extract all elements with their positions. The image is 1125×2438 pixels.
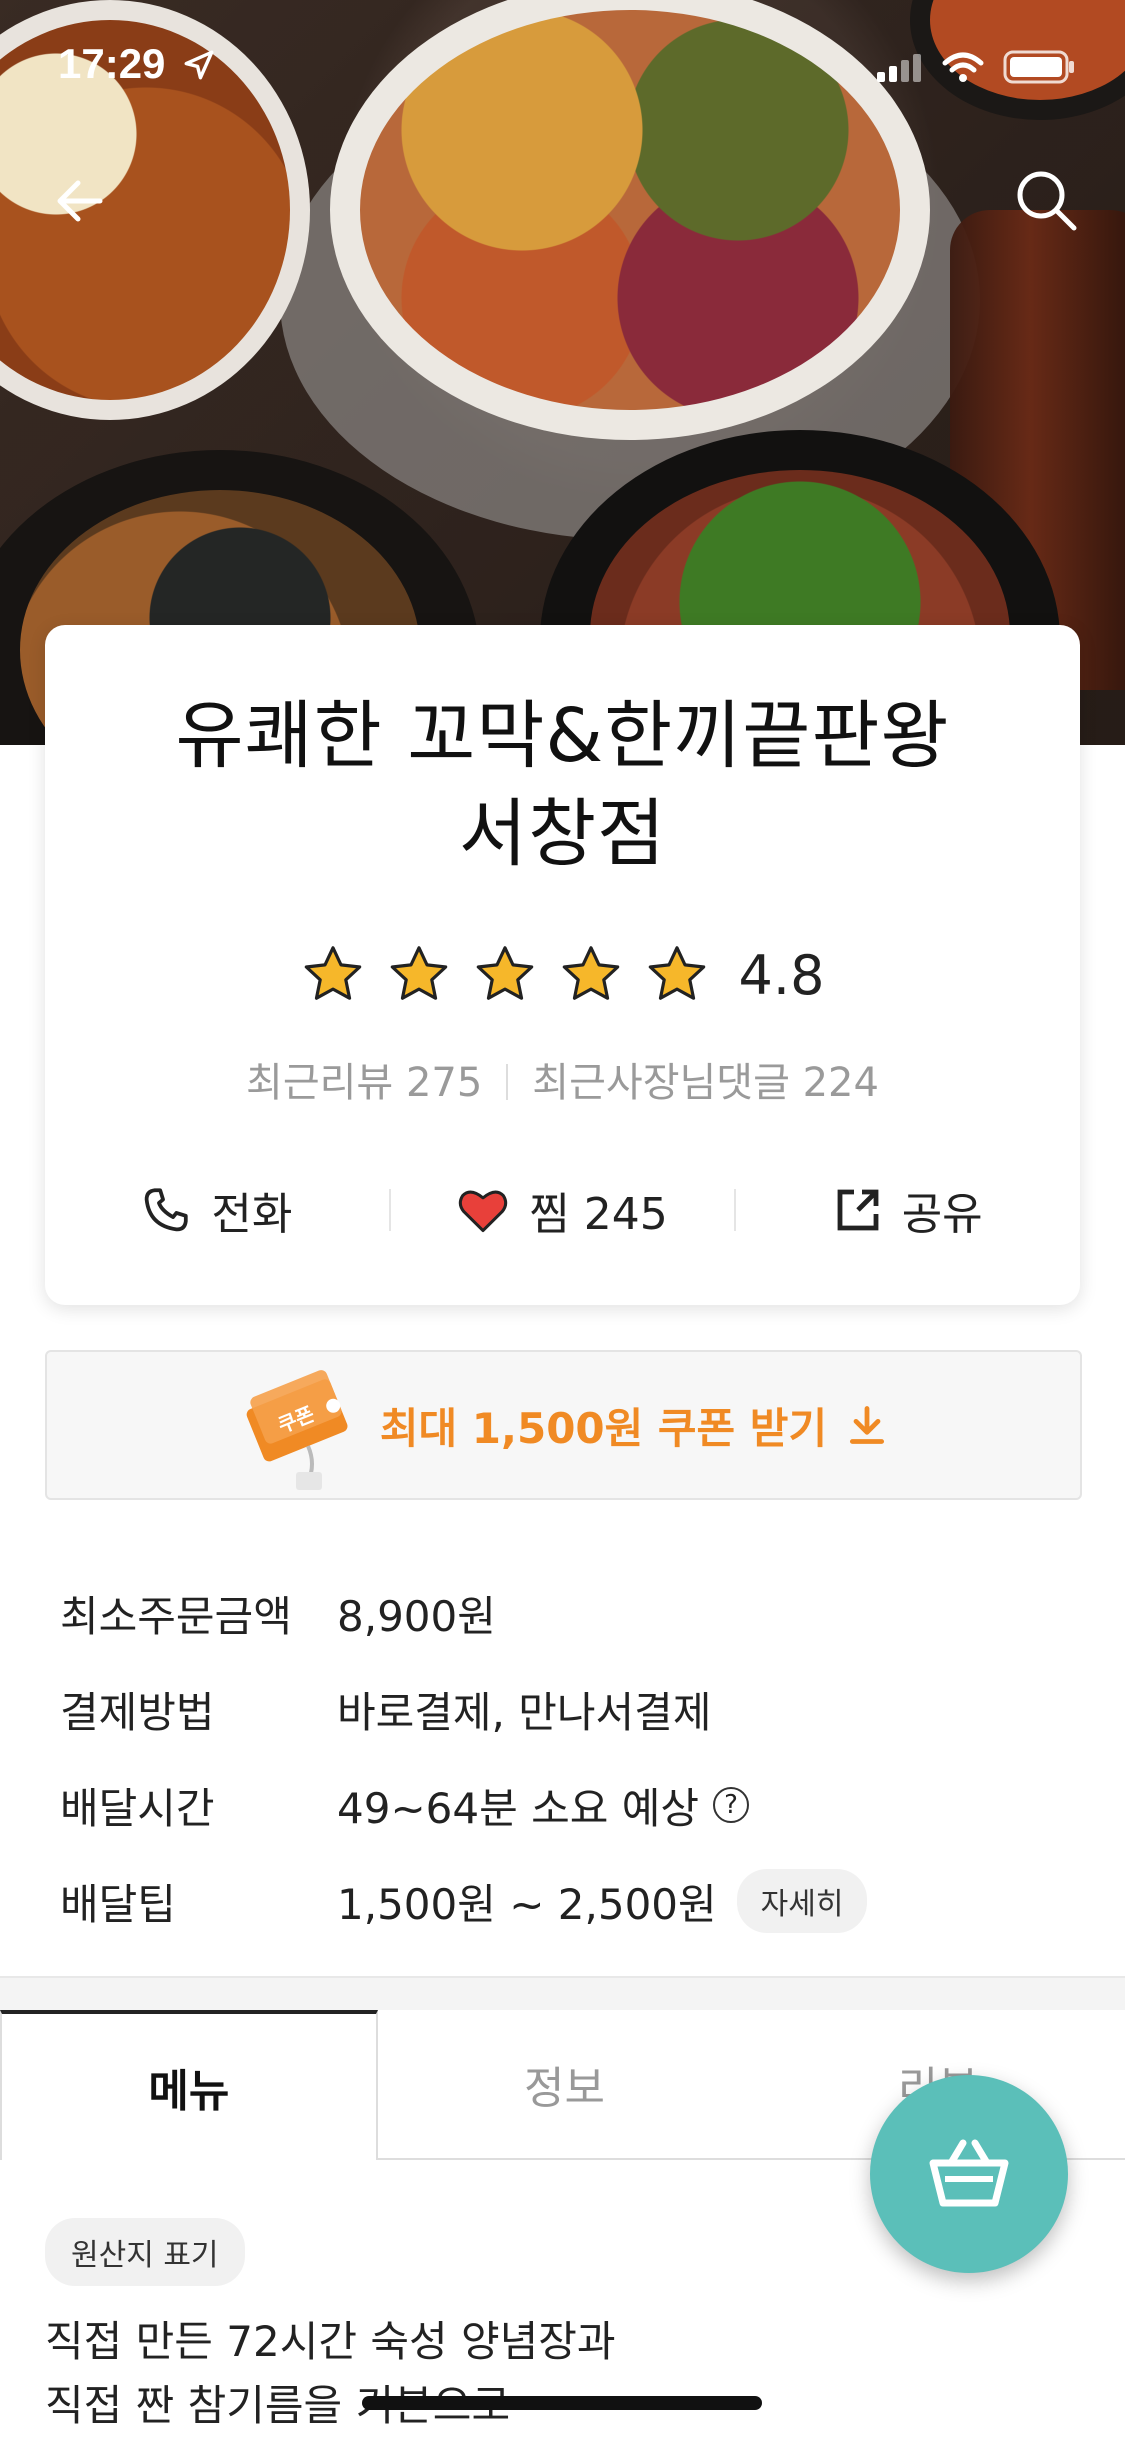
battery-icon <box>1003 50 1074 84</box>
rating-row: 4.8 <box>45 943 1080 1007</box>
home-indicator <box>362 2396 762 2410</box>
phone-icon <box>145 1188 189 1232</box>
info-row-min-order: 최소주문금액 8,900원 <box>60 1565 1060 1661</box>
like-button[interactable]: 찜 245 <box>391 1178 735 1242</box>
call-label: 전화 <box>211 1189 293 1240</box>
info-row-delivery-time: 배달시간 49~64분 소요 예상? <box>60 1757 1060 1853</box>
store-actions: 전화 찜 245 공유 <box>45 1170 1080 1250</box>
star-icon <box>476 946 533 1000</box>
info-value: 49~64분 소요 예상 <box>337 1783 699 1833</box>
coupon-tag-icon: 쿠폰 <box>246 1370 348 1490</box>
delivery-info: 최소주문금액 8,900원 결제방법 바로결제, 만나서결제 배달시간 49~6… <box>60 1565 1060 1949</box>
recent-reviews-link[interactable]: 최근리뷰 275 <box>246 1060 482 1106</box>
coupon-download-button[interactable]: 쿠폰 최대 1,500원 쿠폰 받기 <box>45 1350 1082 1500</box>
star-icon <box>390 946 447 1000</box>
star-icon <box>304 946 361 1000</box>
star-icon <box>562 946 619 1000</box>
share-button[interactable]: 공유 <box>736 1178 1080 1242</box>
like-count-label: 찜 245 <box>529 1189 668 1240</box>
rating-value: 4.8 <box>738 943 825 1007</box>
star-icon <box>648 946 705 1000</box>
store-name-line1: 유쾌한 꼬막&한끼끝판왕 <box>175 693 950 779</box>
info-value: 8,900원 <box>337 1591 496 1641</box>
info-label: 결제방법 <box>60 1687 215 1737</box>
info-row-delivery-tip: 배달팁 1,500원 ~ 2,500원 자세히 <box>60 1853 1060 1949</box>
info-label: 최소주문금액 <box>60 1591 292 1641</box>
info-row-payment: 결제방법 바로결제, 만나서결제 <box>60 1661 1060 1757</box>
call-button[interactable]: 전화 <box>45 1178 389 1242</box>
share-label: 공유 <box>901 1189 983 1240</box>
store-name-line2: 서창점 <box>458 791 667 877</box>
location-arrow-icon <box>184 50 214 80</box>
status-bar: 17:29 <box>0 0 1125 140</box>
info-value: 바로결제, 만나서결제 <box>337 1687 712 1737</box>
owner-replies-link[interactable]: 최근사장님댓글 224 <box>532 1060 879 1106</box>
heart-icon <box>459 1190 508 1233</box>
review-counts: 최근리뷰 275 최근사장님댓글 224 <box>45 1050 1080 1108</box>
question-icon[interactable]: ? <box>712 1787 749 1823</box>
tab-info[interactable]: 정보 <box>377 2010 752 2160</box>
info-label: 배달팁 <box>60 1879 176 1929</box>
section-gap <box>0 1978 1125 2010</box>
info-label: 배달시간 <box>60 1783 215 1833</box>
cart-basket-icon <box>929 2139 1009 2207</box>
origin-badge[interactable]: 원산지 표기 <box>45 2218 245 2286</box>
share-icon <box>837 1189 879 1231</box>
download-icon <box>850 1406 885 1444</box>
cart-button[interactable] <box>870 2075 1068 2273</box>
store-description: 직접 만든 72시간 숙성 양념장과 직접 짠 참기름을 기본으로 <box>45 2310 945 2438</box>
signal-icon <box>877 54 921 82</box>
divider <box>506 1064 509 1100</box>
info-value: 1,500원 ~ 2,500원 <box>337 1879 717 1929</box>
back-arrow-icon[interactable] <box>48 168 114 234</box>
tab-menu[interactable]: 메뉴 <box>0 2010 378 2160</box>
description-line: 직접 만든 72시간 숙성 양념장과 <box>45 2317 616 2366</box>
store-info-card: 유쾌한 꼬막&한끼끝판왕 서창점 4.8 최근리뷰 275 최근사장님댓글 224… <box>45 625 1080 1305</box>
tip-detail-button[interactable]: 자세히 <box>736 1869 868 1933</box>
store-name: 유쾌한 꼬막&한끼끝판왕 서창점 <box>45 687 1080 883</box>
coupon-text: 최대 1,500원 쿠폰 받기 <box>379 1403 828 1453</box>
wifi-icon <box>942 52 984 82</box>
search-icon[interactable] <box>1010 164 1082 236</box>
status-time: 17:29 <box>58 40 166 87</box>
